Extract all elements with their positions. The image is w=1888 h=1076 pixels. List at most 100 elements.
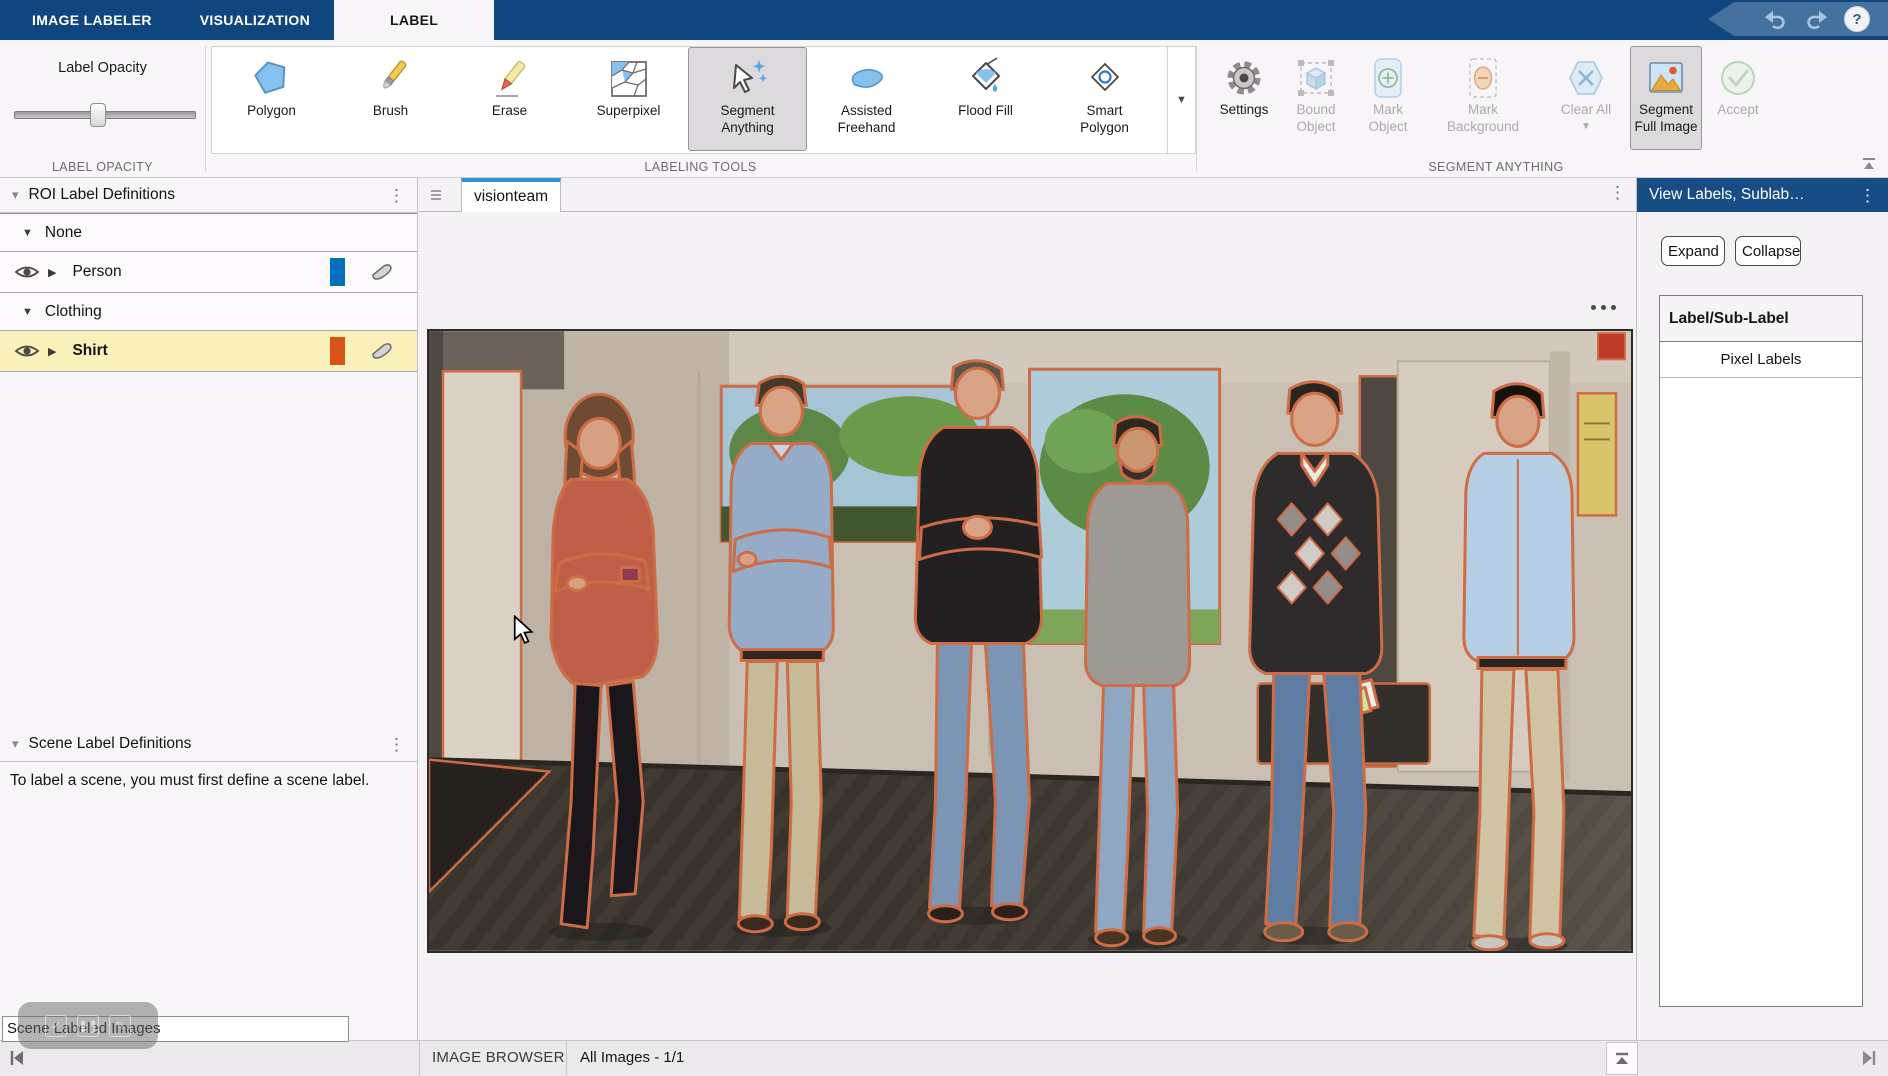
ribbon-divider <box>205 46 206 172</box>
roi-label-name: Person <box>72 263 121 281</box>
collapse-chevron-icon[interactable]: ▾ <box>12 736 19 752</box>
scene-hint-text: To label a scene, you must first define … <box>10 770 370 792</box>
first-image-icon[interactable] <box>8 1049 26 1072</box>
statusbar-divider <box>566 1041 567 1076</box>
ribbon-divider <box>1196 46 1197 172</box>
tab-list-icon[interactable] <box>427 186 445 209</box>
status-bar: IMAGE BROWSER All Images - 1/1 <box>0 1040 1888 1076</box>
edit-icon: ✎ <box>109 1015 131 1037</box>
collapse-button[interactable]: Collapse <box>1735 236 1801 266</box>
label-opacity-slider[interactable] <box>14 102 194 126</box>
superpixel-icon <box>607 55 651 103</box>
slider-thumb[interactable] <box>90 103 106 127</box>
segmented-photo <box>429 331 1631 951</box>
image-overflow-menu-icon[interactable] <box>1591 305 1616 310</box>
view-labels-panel: View Labels, Sublab… ⋮ Expand Collapse L… <box>1636 178 1888 1040</box>
all-images-count: All Images - 1/1 <box>580 1049 684 1066</box>
panel-menu-icon[interactable]: ⋮ <box>376 736 417 753</box>
tab-image-labeler[interactable]: IMAGE LABELER <box>8 0 176 40</box>
image-tab-visionteam[interactable]: visionteam <box>461 178 561 212</box>
flood-fill-icon <box>964 55 1008 103</box>
toolstrip-tabbar: IMAGE LABELER VISUALIZATION LABEL <box>0 0 1888 40</box>
collapse-ribbon-icon[interactable] <box>1860 157 1878 171</box>
redo-icon[interactable] <box>1804 8 1828 30</box>
accept-check-icon <box>1716 54 1760 102</box>
tab-label[interactable]: LABEL <box>334 0 494 40</box>
pixel-label-eraser-icon <box>369 262 395 282</box>
roi-group-none[interactable]: ▼ None <box>0 213 417 252</box>
person-color-swatch[interactable] <box>330 258 345 286</box>
eye-visibility-icon[interactable] <box>14 263 40 281</box>
view-labels-title: View Labels, Sublab… <box>1637 186 1847 204</box>
triangle-right-icon[interactable]: ▶ <box>48 345 56 358</box>
undo-icon[interactable] <box>1764 8 1788 30</box>
quick-access-toolbar: ? <box>1708 2 1888 36</box>
roi-row-shirt[interactable]: ▶ Shirt <box>0 331 417 372</box>
bound-object-button[interactable]: Bound Object <box>1280 46 1352 150</box>
triangle-right-icon[interactable]: ▶ <box>48 266 56 279</box>
ribbon: Label Opacity LABEL OPACITY Polygon Brus… <box>0 40 1888 178</box>
group-name: None <box>45 224 82 242</box>
pixel-label-eraser-icon <box>369 341 395 361</box>
section-label-tools: LABELING TOOLS <box>205 160 1196 174</box>
group-name: Clothing <box>45 303 102 321</box>
clear-all-button[interactable]: Clear All ▼ <box>1542 46 1630 150</box>
labeled-image-visionteam[interactable] <box>427 329 1633 953</box>
shirt-color-swatch[interactable] <box>330 337 345 365</box>
roi-label-panel: ▾ ROI Label Definitions ⋮ ▼ None ▶ Perso… <box>0 178 418 1040</box>
erase-tool-button[interactable]: Erase <box>450 47 569 151</box>
section-label-opacity: LABEL OPACITY <box>0 160 205 174</box>
labeling-tools-panel: Polygon Brush Erase Superpixel <box>211 46 1168 154</box>
segment-anything-tool-button[interactable]: Segment Anything <box>688 47 807 151</box>
triangle-down-icon[interactable]: ▼ <box>22 227 33 239</box>
roi-row-person[interactable]: ▶ Person <box>0 252 417 293</box>
fading-toolbar-overlay: ✓ ❚❚ ✎ <box>18 1002 158 1049</box>
pause-icon: ❚❚ <box>77 1015 99 1037</box>
chevron-down-icon: ▼ <box>1176 94 1187 106</box>
brush-tool-button[interactable]: Brush <box>331 47 450 151</box>
roi-group-clothing[interactable]: ▼ Clothing <box>0 293 417 331</box>
settings-button[interactable]: Settings <box>1208 46 1280 150</box>
panel-menu-icon[interactable]: ⋮ <box>376 187 417 204</box>
mark-object-icon <box>1366 54 1410 102</box>
table-row-pixel-labels[interactable]: Pixel Labels <box>1660 342 1862 378</box>
canvas-area: visionteam ⋮ <box>419 178 1636 1040</box>
check-icon: ✓ <box>45 1015 67 1037</box>
document-tab-strip: visionteam ⋮ <box>419 178 1636 212</box>
statusbar-divider <box>419 1041 420 1076</box>
brush-icon <box>369 55 413 103</box>
assisted-freehand-tool-button[interactable]: Assisted Freehand <box>807 47 926 151</box>
bound-object-icon <box>1294 54 1338 102</box>
strip-menu-icon[interactable]: ⋮ <box>1609 184 1626 201</box>
mark-background-button[interactable]: Mark Background <box>1424 46 1542 150</box>
expand-button[interactable]: Expand <box>1661 236 1725 266</box>
smart-polygon-tool-button[interactable]: Smart Polygon <box>1045 47 1164 151</box>
triangle-down-icon[interactable]: ▼ <box>22 306 33 318</box>
eye-visibility-icon[interactable] <box>14 342 40 360</box>
image-browser-label: IMAGE BROWSER <box>432 1049 565 1066</box>
flood-fill-tool-button[interactable]: Flood Fill <box>926 47 1045 151</box>
panel-menu-icon[interactable]: ⋮ <box>1847 187 1888 204</box>
mark-object-button[interactable]: Mark Object <box>1352 46 1424 150</box>
superpixel-tool-button[interactable]: Superpixel <box>569 47 688 151</box>
roi-definitions-title: ROI Label Definitions <box>29 186 376 204</box>
view-labels-header: View Labels, Sublab… ⋮ <box>1637 178 1888 212</box>
gear-icon <box>1222 54 1266 102</box>
scene-definitions-title: Scene Label Definitions <box>29 735 376 753</box>
help-icon[interactable]: ? <box>1844 6 1870 32</box>
collapse-browser-icon[interactable] <box>1606 1042 1638 1075</box>
labels-table-header: Label/Sub-Label <box>1660 296 1862 342</box>
segment-anything-icon <box>726 55 770 103</box>
accept-button[interactable]: Accept <box>1702 46 1774 150</box>
roi-label-name: Shirt <box>72 342 107 360</box>
segment-anything-group: Settings Bound Object Mark Object Mark B… <box>1208 46 1774 150</box>
segment-full-image-button[interactable]: Segment Full Image <box>1630 46 1702 150</box>
tools-gallery-dropdown[interactable]: ▼ <box>1168 46 1196 154</box>
collapse-chevron-icon[interactable]: ▾ <box>12 187 19 203</box>
last-image-icon[interactable] <box>1860 1049 1878 1072</box>
image-labeler-app: IMAGE LABELER VISUALIZATION LABEL ? Labe… <box>0 0 1888 1076</box>
tab-visualization[interactable]: VISUALIZATION <box>176 0 334 40</box>
scene-definitions-header: ▾ Scene Label Definitions ⋮ <box>0 727 417 762</box>
smart-polygon-icon <box>1083 55 1127 103</box>
polygon-tool-button[interactable]: Polygon <box>212 47 331 151</box>
